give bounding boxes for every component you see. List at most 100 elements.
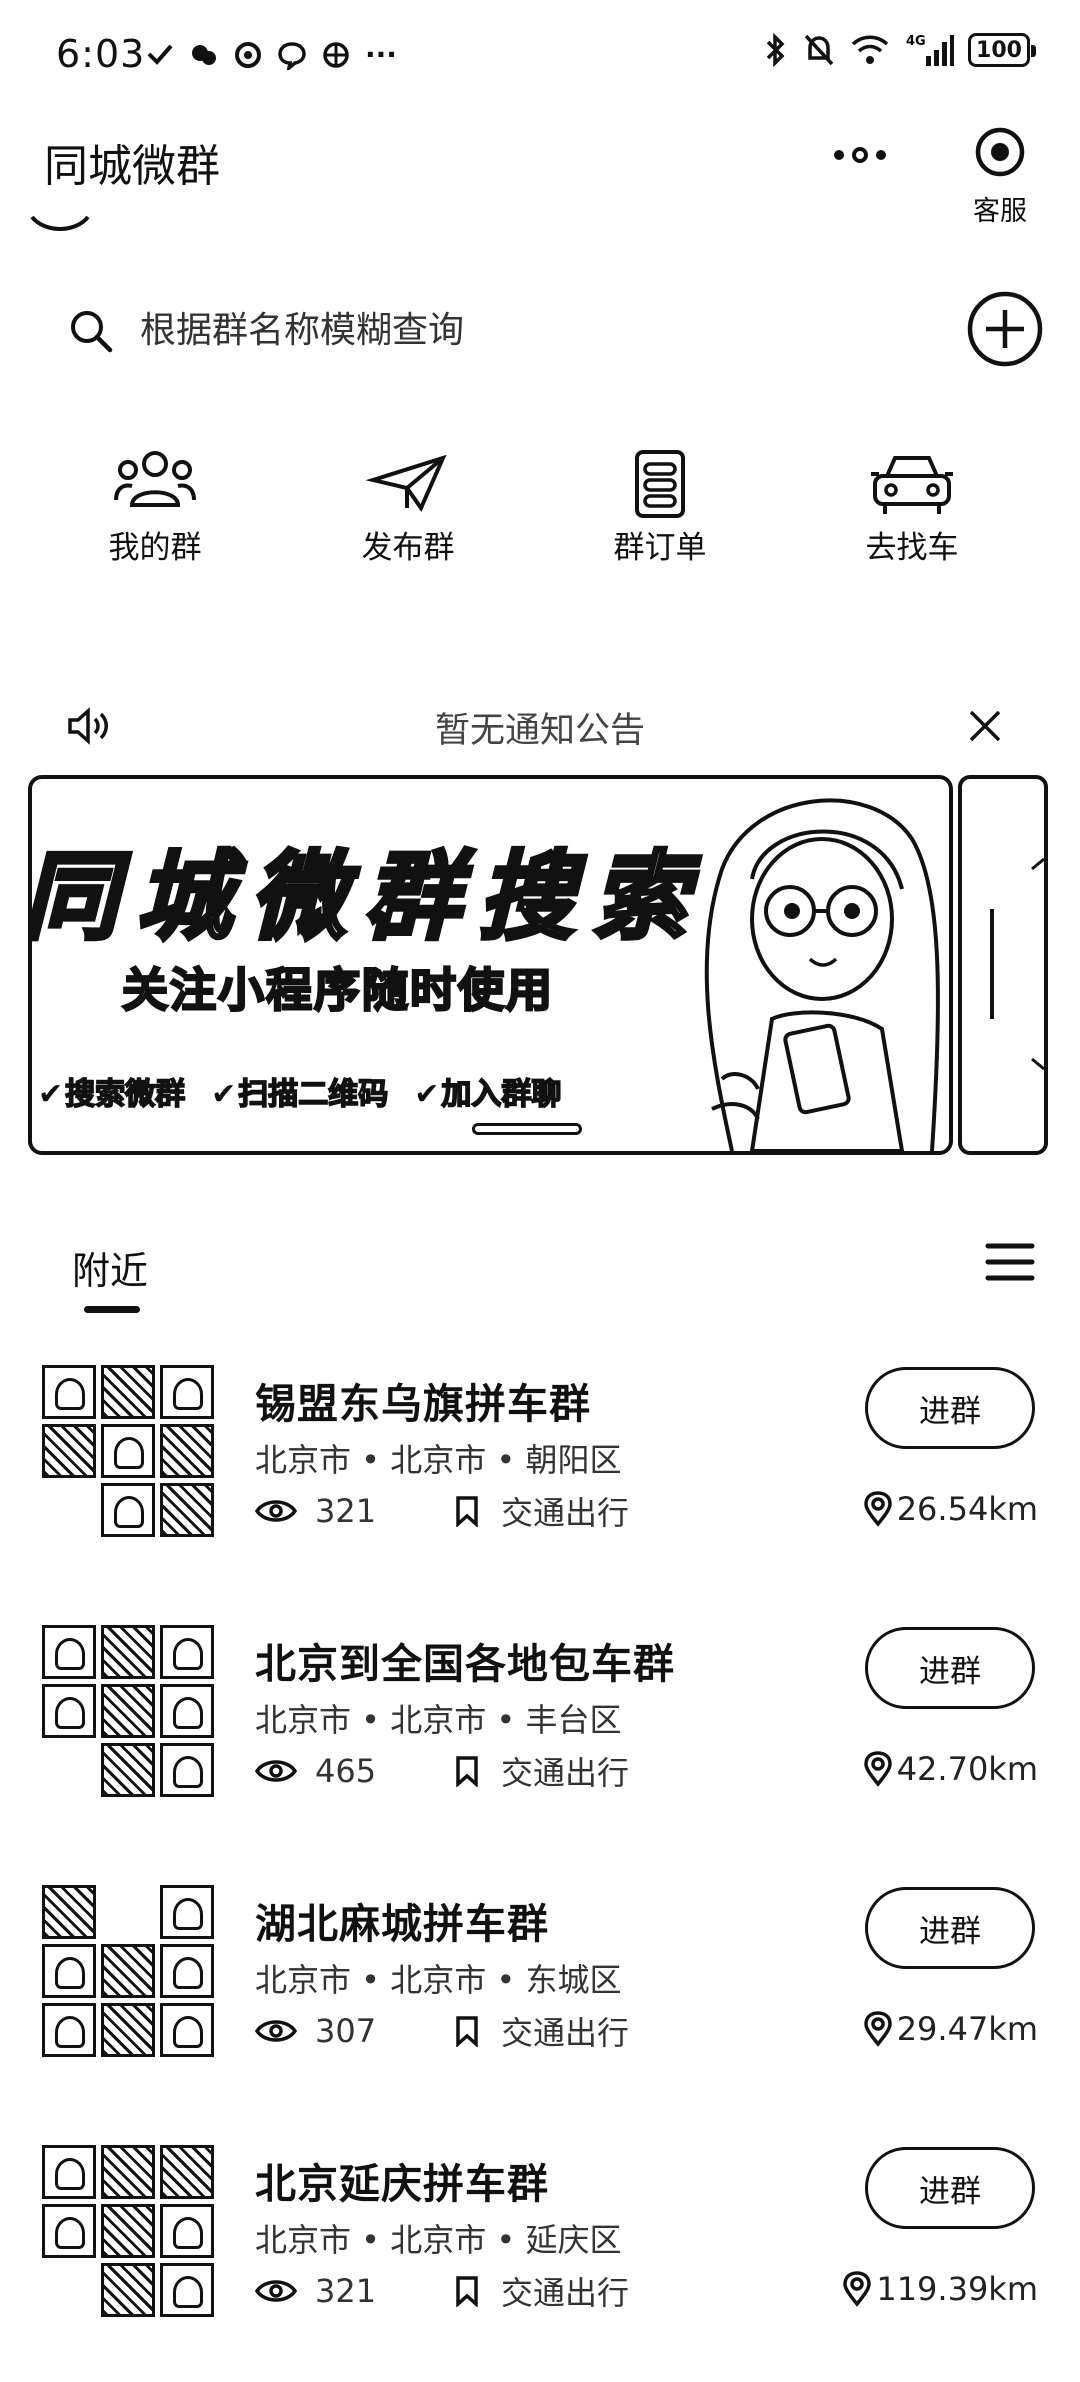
notification-icons: ···	[145, 38, 397, 71]
group-stats: 465 交通出行	[255, 1748, 629, 1794]
list-item[interactable]: 北京延庆拼车群 北京市 • 北京市 • 延庆区 321 交通出行 进群 119.…	[0, 2135, 1080, 2365]
join-group-button[interactable]: 进群	[865, 1367, 1035, 1449]
more-options-button[interactable]	[820, 130, 900, 180]
banner-next-slide[interactable]	[958, 775, 1048, 1155]
group-distance: 26.54km	[863, 1490, 1038, 1528]
bluetooth-icon	[766, 32, 785, 68]
distance-value: 29.47km	[896, 2010, 1038, 2048]
notice-text: 暂无通知公告	[434, 711, 645, 751]
girl-illustration	[704, 798, 940, 1151]
location-pin-icon	[843, 2271, 872, 2307]
member-avatar	[101, 1743, 155, 1797]
group-orders-label: 群订单	[613, 530, 707, 566]
banner-tag: ✔加入群聊	[414, 1069, 563, 1113]
list-item[interactable]: 北京到全国各地包车群 北京市 • 北京市 • 丰台区 465 交通出行 进群 4…	[0, 1615, 1080, 1845]
member-avatar	[101, 2145, 155, 2199]
add-group-button[interactable]	[966, 290, 1044, 368]
wifi-icon	[851, 35, 889, 64]
group-stats: 321 交通出行	[255, 2268, 629, 2314]
paper-plane-icon	[365, 454, 447, 513]
quick-menu: 我的群 发布群 群订单 去找车	[0, 450, 1080, 580]
member-avatar	[101, 1944, 155, 1998]
group-avatar	[42, 2145, 214, 2317]
member-avatar	[42, 1483, 96, 1537]
member-avatar	[101, 1625, 155, 1679]
publish-group-button[interactable]: 发布群	[318, 450, 498, 567]
group-distance: 119.39km	[842, 2270, 1038, 2308]
menu-icon[interactable]	[985, 1240, 1035, 1284]
close-icon[interactable]	[965, 706, 1005, 746]
carousel-indicator	[472, 1123, 582, 1135]
banner-tag-text: 加入群聊	[441, 1076, 563, 1113]
banner-tag: ✔扫描二维码	[211, 1069, 389, 1113]
search-bar	[0, 290, 1080, 370]
list-item[interactable]: 湖北麻城拼车群 北京市 • 北京市 • 东城区 307 交通出行 进群 29.4…	[0, 1875, 1080, 2105]
banner-tag: ✔搜索微群	[38, 1069, 186, 1113]
banner-subtitle: 关注小程序随时使用	[121, 962, 554, 1019]
search-input[interactable]	[60, 290, 940, 370]
group-location: 北京市 • 北京市 • 东城区	[255, 1961, 622, 1999]
status-right: 4G 100	[764, 32, 1036, 68]
app-notification-icon	[147, 44, 173, 65]
my-groups-label: 我的群	[108, 530, 202, 566]
member-avatar	[42, 1625, 96, 1679]
member-avatar	[42, 1365, 96, 1419]
join-group-button[interactable]: 进群	[865, 2147, 1035, 2229]
group-views: 321	[315, 2272, 377, 2310]
banner-tag-text: 扫描二维码	[237, 1076, 389, 1113]
banner-slide[interactable]: 同城微群搜索 关注小程序随时使用 ✔搜索微群 ✔扫描二维码 ✔加入群聊	[28, 775, 953, 1155]
member-avatar	[101, 2204, 155, 2258]
group-category: 交通出行	[501, 2014, 630, 2052]
target-icon	[975, 127, 1025, 177]
battery-level: 100	[976, 37, 1022, 63]
check-icon: ✔	[414, 1077, 440, 1112]
notice-bar: 暂无通知公告	[0, 690, 1080, 760]
member-avatar	[42, 2145, 96, 2199]
group-name: 锡盟东乌旗拼车群	[255, 1380, 591, 1428]
find-car-button[interactable]: 去找车	[822, 450, 1002, 567]
member-avatar	[101, 1684, 155, 1738]
group-location: 北京市 • 北京市 • 朝阳区	[255, 1441, 622, 1479]
publish-group-label: 发布群	[361, 530, 455, 566]
group-orders-button[interactable]: 群订单	[570, 450, 750, 567]
people-icon	[114, 451, 196, 507]
member-avatar	[160, 1684, 214, 1738]
join-group-button[interactable]: 进群	[865, 1627, 1035, 1709]
group-views: 307	[315, 2012, 377, 2050]
tab-bar: 附近	[0, 1240, 1080, 1330]
signal-icon: 4G	[906, 34, 954, 66]
member-avatar	[160, 1424, 214, 1478]
member-avatar	[101, 2003, 155, 2057]
group-avatar	[42, 1365, 214, 1537]
group-category: 交通出行	[501, 2274, 630, 2312]
member-avatar	[160, 2263, 214, 2317]
dot-icon	[876, 150, 886, 160]
eye-icon	[255, 2280, 297, 2302]
svg-text:4G: 4G	[906, 34, 926, 49]
group-name: 北京延庆拼车群	[255, 2160, 549, 2208]
order-list-icon	[635, 450, 685, 518]
group-location: 北京市 • 北京市 • 延庆区	[255, 2221, 622, 2259]
group-views: 465	[315, 1752, 377, 1790]
member-avatar	[160, 1944, 214, 1998]
bookmark-icon	[456, 2276, 478, 2307]
member-avatar	[160, 1365, 214, 1419]
banner-title: 同城微群搜索	[28, 838, 706, 955]
member-avatar	[160, 1885, 214, 1939]
banner-tag-text: 搜索微群	[64, 1076, 186, 1113]
member-avatar	[101, 2263, 155, 2317]
promo-banner[interactable]: 同城微群搜索 关注小程序随时使用 ✔搜索微群 ✔扫描二维码 ✔加入群聊	[28, 775, 1048, 1155]
car-icon	[871, 456, 953, 514]
tab-nearby[interactable]: 附近	[72, 1240, 148, 1295]
service-label: 客服	[973, 196, 1027, 227]
join-group-button[interactable]: 进群	[865, 1887, 1035, 1969]
more-notifications-icon: ···	[365, 38, 397, 71]
group-distance: 42.70km	[863, 1750, 1038, 1788]
battery-icon: 100	[968, 33, 1036, 67]
group-name: 湖北麻城拼车群	[255, 1900, 549, 1948]
list-item[interactable]: 锡盟东乌旗拼车群 北京市 • 北京市 • 朝阳区 321 交通出行 进群 26.…	[0, 1355, 1080, 1585]
distance-value: 42.70km	[896, 1750, 1038, 1788]
group-avatar	[42, 1885, 214, 2057]
my-groups-button[interactable]: 我的群	[65, 450, 245, 567]
customer-service-button[interactable]: 客服	[960, 125, 1040, 255]
